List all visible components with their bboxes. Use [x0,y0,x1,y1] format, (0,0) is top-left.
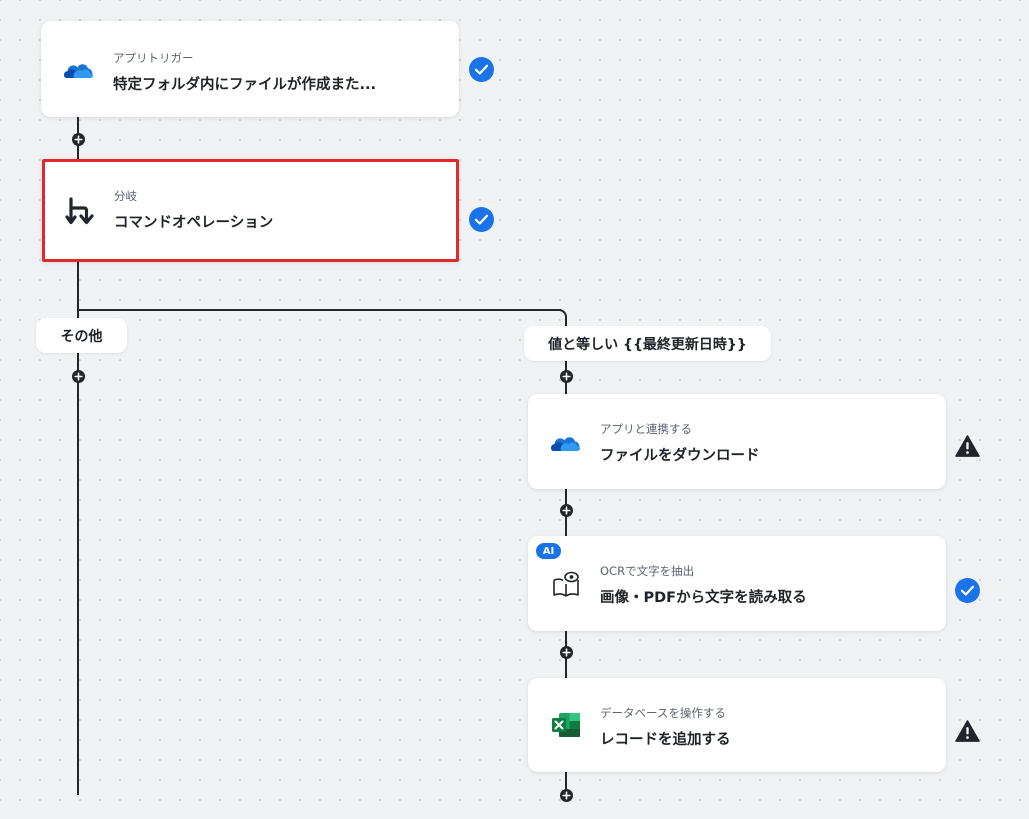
ocr-book-icon [550,568,582,600]
check-status-icon [469,207,494,232]
card-subtitle: OCRで文字を抽出 [600,564,695,578]
card-subtitle: アプリトリガー [113,51,194,65]
add-step-button[interactable] [560,370,573,383]
branch-label-equals[interactable]: 値と等しい {{最終更新日時}} [524,326,771,361]
plus-icon [562,791,571,800]
card-subtitle: データベースを操作する [600,706,726,720]
card-title: コマンドオペレーション [114,215,274,231]
add-step-button[interactable] [72,370,85,383]
plus-icon [562,372,571,381]
step-card-ocr[interactable]: OCRで文字を抽出 画像・PDFから文字を読み取る [528,536,946,631]
card-subtitle: 分岐 [114,189,137,203]
card-title: ファイルをダウンロード [600,448,760,464]
connector-branch-horizontal [77,309,561,311]
branch-label-other[interactable]: その他 [36,318,127,353]
excel-icon [550,709,582,741]
check-status-icon [955,578,980,603]
add-step-button[interactable] [560,646,573,659]
card-title: レコードを追加する [600,732,731,748]
trigger-card[interactable]: アプリトリガー 特定フォルダ内にファイルが作成また... [41,21,459,117]
warning-status-icon [955,718,980,743]
onedrive-icon [550,426,582,458]
plus-icon [74,372,83,381]
card-title: 画像・PDFから文字を読み取る [600,590,807,606]
check-status-icon [469,57,494,82]
branch-card[interactable]: 分岐 コマンドオペレーション [42,159,459,262]
ai-badge: AI [536,543,561,559]
step-card-download[interactable]: アプリと連携する ファイルをダウンロード [528,394,946,489]
add-step-button[interactable] [560,789,573,802]
add-step-button[interactable] [72,133,85,146]
branch-icon [64,195,96,227]
add-step-button[interactable] [560,504,573,517]
card-subtitle: アプリと連携する [600,422,692,436]
plus-icon [562,506,571,515]
step-card-add-record[interactable]: データベースを操作する レコードを追加する [528,678,946,772]
warning-status-icon [955,433,980,458]
card-title: 特定フォルダ内にファイルが作成また... [113,77,377,93]
plus-icon [562,648,571,657]
onedrive-icon [63,53,95,85]
plus-icon [74,135,83,144]
